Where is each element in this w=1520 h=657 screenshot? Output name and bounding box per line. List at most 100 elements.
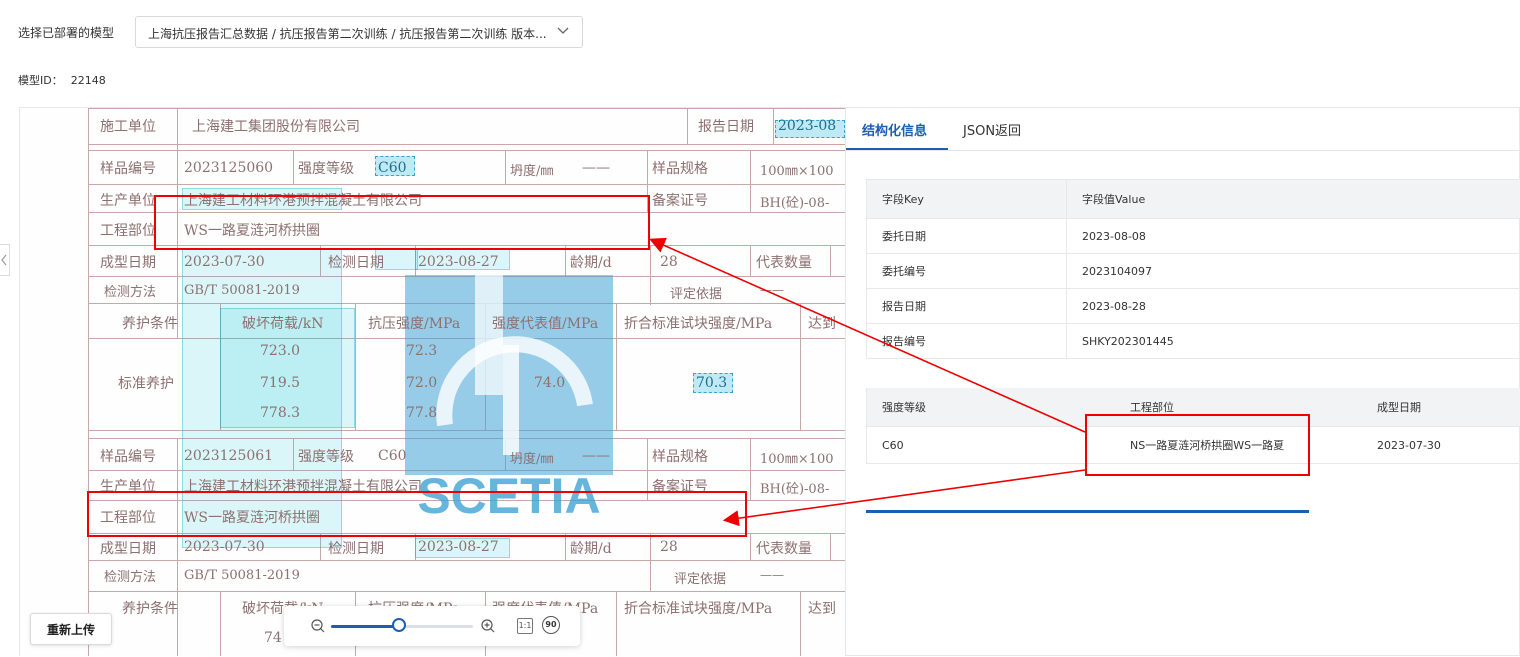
- doc-value: 2023125061: [184, 448, 274, 464]
- field-value: 2023104097: [1066, 253, 1520, 289]
- doc-value: 标准养护: [118, 376, 174, 392]
- doc-value: 77.8: [406, 405, 438, 421]
- doc-col-header: 强度代表值/MPa: [492, 316, 599, 332]
- table-cell: 2023-07-30: [1362, 426, 1520, 464]
- doc-value: 72.3: [406, 343, 438, 359]
- table-row: 报告日期 2023-08-28: [866, 288, 1520, 324]
- doc-label: 代表数量: [756, 541, 812, 557]
- doc-label: 样品编号: [100, 161, 156, 177]
- doc-label: 强度等级: [298, 161, 354, 177]
- doc-label: 检测方法: [104, 285, 157, 300]
- doc-col-header: 折合标准试块强度/MPa: [624, 601, 773, 617]
- zoom-in-icon[interactable]: [480, 618, 496, 634]
- doc-label: 生产单位: [100, 193, 156, 209]
- model-id-label: 模型ID：: [18, 74, 63, 87]
- model-select-value: 上海抗压报告汇总数据 / 抗压报告第二次训练 / 抗压报告第二次训练 版本...: [148, 27, 547, 41]
- doc-label: 样品编号: [100, 449, 156, 465]
- doc-label: 龄期/d: [570, 541, 612, 557]
- doc-value: GB/T 50081-2019: [184, 568, 300, 583]
- horizontal-scrollbar[interactable]: [866, 510, 1309, 513]
- column-header: 字段值Value: [1066, 179, 1520, 219]
- match-highlight-box: [1085, 414, 1310, 476]
- table-row: 报告编号 SHKY202301445: [866, 323, 1520, 359]
- reupload-button[interactable]: 重新上传: [30, 613, 112, 645]
- model-select-label: 选择已部署的模型: [18, 26, 115, 40]
- doc-value: 100㎜×100: [760, 452, 834, 467]
- field-value: SHKY202301445: [1066, 323, 1520, 359]
- zoom-slider[interactable]: [331, 618, 473, 632]
- model-select[interactable]: 上海抗压报告汇总数据 / 抗压报告第二次训练 / 抗压报告第二次训练 版本...: [135, 16, 583, 48]
- zoom-toolbar: 1:1 90: [284, 606, 580, 646]
- doc-col-header: 养护条件: [122, 316, 178, 332]
- doc-value: 28: [660, 539, 678, 555]
- doc-label: 检测日期: [328, 255, 384, 271]
- doc-value: 2023-07-30: [184, 254, 265, 270]
- doc-col-header: 抗压强度/MPa: [368, 316, 461, 332]
- doc-value: 74.0: [534, 375, 566, 391]
- doc-label: 样品规格: [652, 449, 708, 465]
- doc-label: 强度等级: [298, 449, 354, 465]
- doc-col-header: 达到: [808, 316, 836, 332]
- table-row: 委托日期 2023-08-08: [866, 218, 1520, 254]
- column-header: 强度等级: [866, 388, 1115, 427]
- doc-label: 成型日期: [100, 541, 156, 557]
- doc-value: ——: [582, 448, 610, 464]
- doc-col-header: 折合标准试块强度/MPa: [624, 316, 773, 332]
- field-key: 委托编号: [866, 253, 1067, 289]
- doc-value: BH(砼)-08-: [760, 482, 830, 497]
- key-value-table: 字段Key 字段值Value 委托日期 2023-08-08 委托编号 2023…: [866, 179, 1520, 359]
- zoom-slider-handle[interactable]: [392, 618, 407, 632]
- doc-value: 2023-08: [778, 118, 837, 134]
- doc-value: BH(砼)-08-: [760, 196, 830, 211]
- doc-col-header: 养护条件: [122, 601, 178, 617]
- active-tab-indicator: [846, 148, 948, 150]
- collapse-panel-button[interactable]: [0, 244, 10, 276]
- doc-value: C60: [378, 160, 407, 176]
- field-key: 委托日期: [866, 218, 1067, 254]
- model-id: 模型ID： 22148: [18, 72, 106, 88]
- doc-col-header: 破坏荷载/kN: [242, 316, 324, 332]
- watermark-logo: SCETIA: [405, 275, 613, 515]
- tab-json-response[interactable]: JSON返回: [963, 120, 1021, 139]
- doc-label: 龄期/d: [570, 255, 612, 271]
- doc-value: 2023125060: [184, 160, 274, 176]
- doc-label: 检测日期: [328, 541, 384, 557]
- actual-size-button[interactable]: 1:1: [517, 618, 533, 634]
- doc-label: 代表数量: [756, 255, 812, 271]
- doc-value: ——: [582, 160, 610, 176]
- table-row: 委托编号 2023104097: [866, 253, 1520, 289]
- doc-label: 备案证号: [652, 193, 708, 209]
- chevron-down-icon: [557, 27, 569, 34]
- panel-divider: [845, 108, 846, 656]
- doc-label: 评定依据: [670, 287, 723, 302]
- doc-value: 719.5: [260, 375, 301, 391]
- chevron-left-icon: [1, 254, 7, 266]
- doc-label: 样品规格: [652, 161, 708, 177]
- zoom-out-icon[interactable]: [310, 618, 326, 634]
- doc-label: 工程部位: [100, 223, 156, 239]
- match-highlight-box: [154, 195, 650, 250]
- doc-label: 检测方法: [104, 570, 157, 585]
- field-value: 2023-08-28: [1066, 288, 1520, 324]
- doc-label: 坍度/㎜: [510, 452, 554, 467]
- match-highlight-box: [87, 491, 747, 537]
- doc-label: 坍度/㎜: [510, 164, 554, 179]
- doc-value: 723.0: [260, 343, 301, 359]
- field-value: 2023-08-08: [1066, 218, 1520, 254]
- doc-value: 74: [264, 630, 282, 646]
- doc-value: ——: [760, 283, 784, 297]
- document-preview[interactable]: SCETIA 施工单位 上海建工集团股份有限公司 报告日期 2023-08 样品…: [20, 108, 845, 656]
- doc-value: ——: [760, 568, 784, 582]
- tab-structured-info[interactable]: 结构化信息: [862, 120, 927, 139]
- doc-col-header: 达到: [808, 601, 836, 617]
- doc-label: 报告日期: [698, 119, 754, 135]
- field-key: 报告日期: [866, 288, 1067, 324]
- doc-value: 2023-08-27: [418, 539, 499, 555]
- rotate-button[interactable]: 90: [542, 616, 560, 634]
- doc-label: 施工单位: [100, 119, 156, 135]
- doc-value: 778.3: [260, 405, 301, 421]
- doc-value: 上海建工集团股份有限公司: [192, 119, 360, 135]
- doc-value: GB/T 50081-2019: [184, 283, 300, 298]
- model-id-value: 22148: [70, 74, 106, 87]
- doc-value: 2023-07-30: [184, 539, 265, 555]
